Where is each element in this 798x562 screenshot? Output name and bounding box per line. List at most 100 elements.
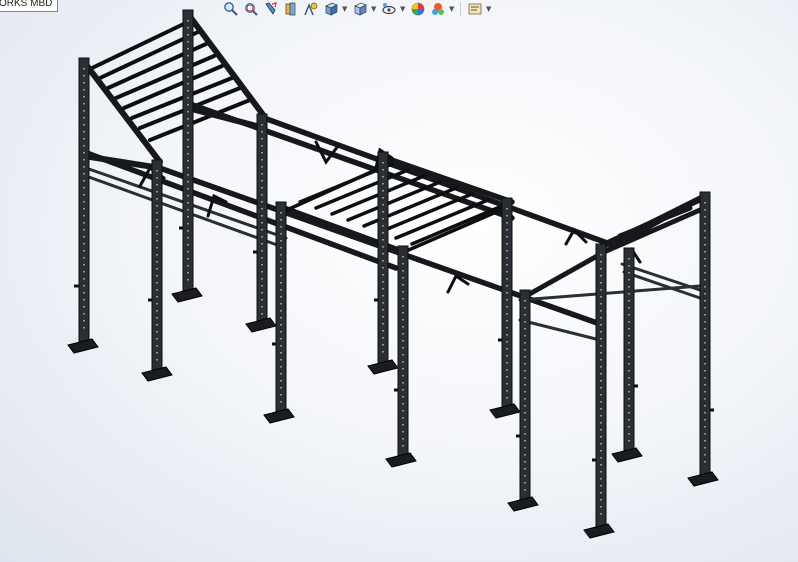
post-hole (628, 307, 630, 309)
post-hole (506, 362, 508, 364)
post-hole (382, 218, 384, 220)
upright-post (141, 159, 173, 382)
post-hole (506, 320, 508, 322)
post-hole (704, 356, 706, 358)
post-hole (704, 412, 706, 414)
post-hole (524, 475, 526, 477)
post-hole (704, 405, 706, 407)
post-hole (83, 68, 85, 70)
post-hole (704, 307, 706, 309)
post-hole (704, 454, 706, 456)
post-hole (156, 212, 158, 214)
post-hole (600, 310, 602, 312)
post-hole (506, 215, 508, 217)
post-hole (187, 167, 189, 169)
post-hole (83, 138, 85, 140)
post-hole (524, 377, 526, 379)
post-hole (704, 237, 706, 239)
post-hole (382, 295, 384, 297)
post-hole (261, 264, 263, 266)
post-hole (156, 198, 158, 200)
post-hole (524, 461, 526, 463)
graphics-area-3d-model[interactable] (0, 0, 798, 562)
upright-post (385, 245, 417, 468)
post-hole (402, 291, 404, 293)
post-hole (704, 265, 706, 267)
post-hole (506, 222, 508, 224)
post-hole (83, 194, 85, 196)
post-hole (402, 312, 404, 314)
upright-post (67, 57, 99, 354)
post-hole (704, 300, 706, 302)
post-hole (402, 319, 404, 321)
post-hole (704, 328, 706, 330)
upright-post (687, 191, 719, 487)
post-hole (704, 370, 706, 372)
post-hole (187, 34, 189, 36)
post-hole (506, 229, 508, 231)
upright-post (263, 201, 295, 424)
post-hole (83, 292, 85, 294)
post-hole (704, 363, 706, 365)
post-hole (704, 440, 706, 442)
post-hole (628, 335, 630, 337)
post-hole (187, 251, 189, 253)
post-hole (187, 111, 189, 113)
post-hole (704, 377, 706, 379)
post-hole (600, 373, 602, 375)
post-hole (704, 433, 706, 435)
post-hole (600, 401, 602, 403)
post-hole (506, 306, 508, 308)
post-hole (261, 229, 263, 231)
post-hole (187, 20, 189, 22)
post-hole (506, 257, 508, 259)
post-hole (524, 482, 526, 484)
post-hole (156, 310, 158, 312)
post-hole (524, 328, 526, 330)
post-hole (402, 298, 404, 300)
post-hole (506, 327, 508, 329)
post-hole (187, 258, 189, 260)
post-hole (600, 408, 602, 410)
post-hole (156, 184, 158, 186)
post-hole (156, 352, 158, 354)
post-hole (524, 391, 526, 393)
post-hole (402, 424, 404, 426)
post-hole (628, 328, 630, 330)
post-hole (187, 132, 189, 134)
post-hole (280, 296, 282, 298)
post-hole (600, 387, 602, 389)
post-hole (261, 180, 263, 182)
post-hole (83, 250, 85, 252)
post-hole (704, 447, 706, 449)
post-hole (402, 333, 404, 335)
post-hole (83, 89, 85, 91)
post-hole (506, 397, 508, 399)
post-hole (187, 195, 189, 197)
post-hole (704, 279, 706, 281)
post-hole (402, 396, 404, 398)
post-hole (600, 352, 602, 354)
post-hole (83, 306, 85, 308)
post-hole (261, 299, 263, 301)
post-hole (704, 202, 706, 204)
post-hole (83, 187, 85, 189)
post-hole (280, 359, 282, 361)
upright-post (611, 247, 643, 463)
post-hole (83, 131, 85, 133)
post-hole (156, 191, 158, 193)
post-hole (506, 369, 508, 371)
post-hole (506, 383, 508, 385)
post-hole (382, 351, 384, 353)
post-hole (524, 384, 526, 386)
post-hole (280, 247, 282, 249)
post-hole (261, 194, 263, 196)
post-hole (506, 208, 508, 210)
post-hole (156, 226, 158, 228)
post-hole (280, 261, 282, 263)
post-hole (382, 330, 384, 332)
post-hole (83, 208, 85, 210)
post-hole (187, 139, 189, 141)
post-hole (600, 478, 602, 480)
post-hole (280, 268, 282, 270)
